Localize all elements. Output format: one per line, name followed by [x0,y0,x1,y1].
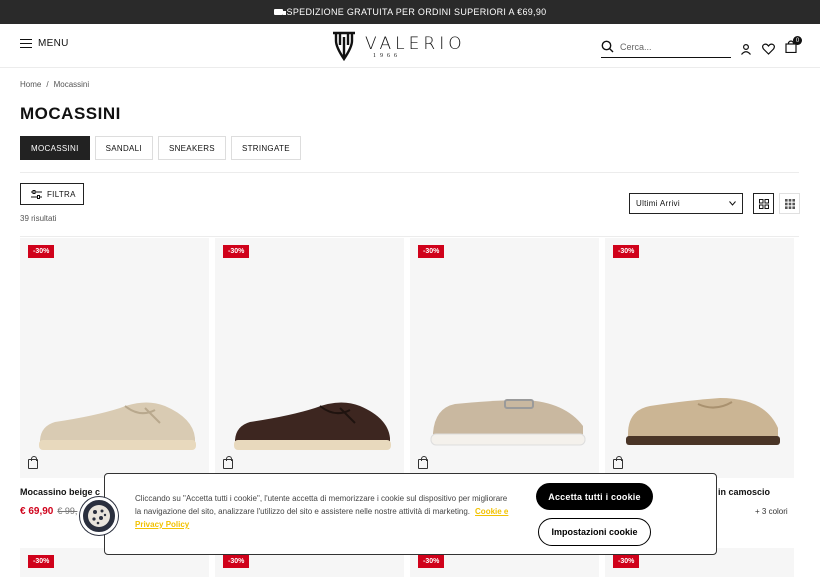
grid-2x2-icon [758,198,769,209]
discount-badge: -30% [613,555,640,568]
accept-all-cookies-button[interactable]: Accetta tutti i cookie [536,483,653,510]
promo-text: SPEDIZIONE GRATUITA PER ORDINI SUPERIORI… [286,7,547,17]
product-image [234,402,391,450]
results-count: 39 risultati [20,214,57,223]
logo-text: VALERIO [365,34,466,54]
sliders-icon [31,189,42,199]
sort-value: Ultimi Arrivi [636,199,680,208]
cookie-settings-button[interactable]: Impostazioni cookie [538,518,651,546]
cart-count-badge: 0 [793,36,802,45]
logo-year: 1966 [373,53,401,59]
page-title: MOCASSINI [20,104,121,123]
divider [20,172,799,173]
discount-badge: -30% [28,245,55,258]
product-card[interactable]: -30% [605,238,794,478]
breadcrumb-current: Mocassini [53,80,90,89]
cookie-message: Cliccando su "Accetta tutti i cookie", l… [135,492,515,531]
heart-icon[interactable] [762,43,775,55]
sale-price: € 69,90 [20,506,54,517]
product-image [39,402,196,450]
product-card[interactable]: -30% [20,238,209,478]
quick-add-bag-icon[interactable] [223,456,233,469]
quick-add-bag-icon[interactable] [613,456,623,469]
category-tab-sandali[interactable]: SANDALI [94,136,153,160]
discount-badge: -30% [223,245,250,258]
truck-icon [273,9,286,15]
sort-select[interactable]: Ultimi Arrivi [629,193,743,214]
cookie-icon[interactable] [80,497,118,535]
discount-badge: -30% [28,555,55,568]
promo-bar: SPEDIZIONE GRATUITA PER ORDINI SUPERIORI… [0,0,820,24]
chevron-down-icon [729,201,736,206]
divider [20,236,799,237]
product-image [626,398,780,445]
category-tab-stringate[interactable]: STRINGATE [230,136,301,160]
header-icons: 0 [740,36,802,58]
product-image [430,399,586,446]
discount-badge: -30% [613,245,640,258]
logo-mark-icon [333,31,355,61]
cookie-message-text: Cliccando su "Accetta tutti i cookie", l… [135,494,508,516]
discount-badge: -30% [418,555,445,568]
filter-button[interactable]: FILTRA [20,183,84,205]
hamburger-icon [20,39,32,48]
grid-view-2x2-button[interactable] [753,193,774,214]
logo[interactable]: VALERIO 1966 [331,30,466,62]
grid-view-3x3-button[interactable] [779,193,800,214]
old-price: € 99, [57,506,78,516]
category-tabs: MOCASSINI SANDALI SNEAKERS STRINGATE [20,136,301,160]
product-card[interactable]: -30% [410,238,599,478]
user-icon[interactable] [740,43,752,55]
cookie-glyph-icon [88,505,110,527]
breadcrumb-home[interactable]: Home [20,80,41,89]
color-options-count[interactable]: + 3 colori [755,507,788,516]
breadcrumb: Home / Mocassini [20,80,89,89]
category-tab-mocassini[interactable]: MOCASSINI [20,136,90,160]
discount-badge: -30% [418,245,445,258]
product-card[interactable]: -30% [215,238,404,478]
quick-add-bag-icon[interactable] [28,456,38,469]
breadcrumb-separator: / [46,80,49,89]
discount-badge: -30% [223,555,250,568]
filter-label: FILTRA [47,189,76,199]
category-tab-sneakers[interactable]: SNEAKERS [157,136,226,160]
grid-3x3-icon [784,198,795,209]
menu-button[interactable]: MENU [20,38,69,49]
cart-button[interactable]: 0 [785,36,802,58]
product-price: € 69,90 € 99, [20,506,77,517]
search-icon[interactable] [601,40,614,53]
menu-label: MENU [38,38,69,49]
quick-add-bag-icon[interactable] [418,456,428,469]
product-name[interactable]: in camoscio [718,487,770,497]
search-box [601,36,731,58]
product-name[interactable]: Mocassino beige c [20,487,100,497]
search-input[interactable] [620,41,720,52]
site-header: MENU VALERIO 1966 0 [0,24,820,68]
